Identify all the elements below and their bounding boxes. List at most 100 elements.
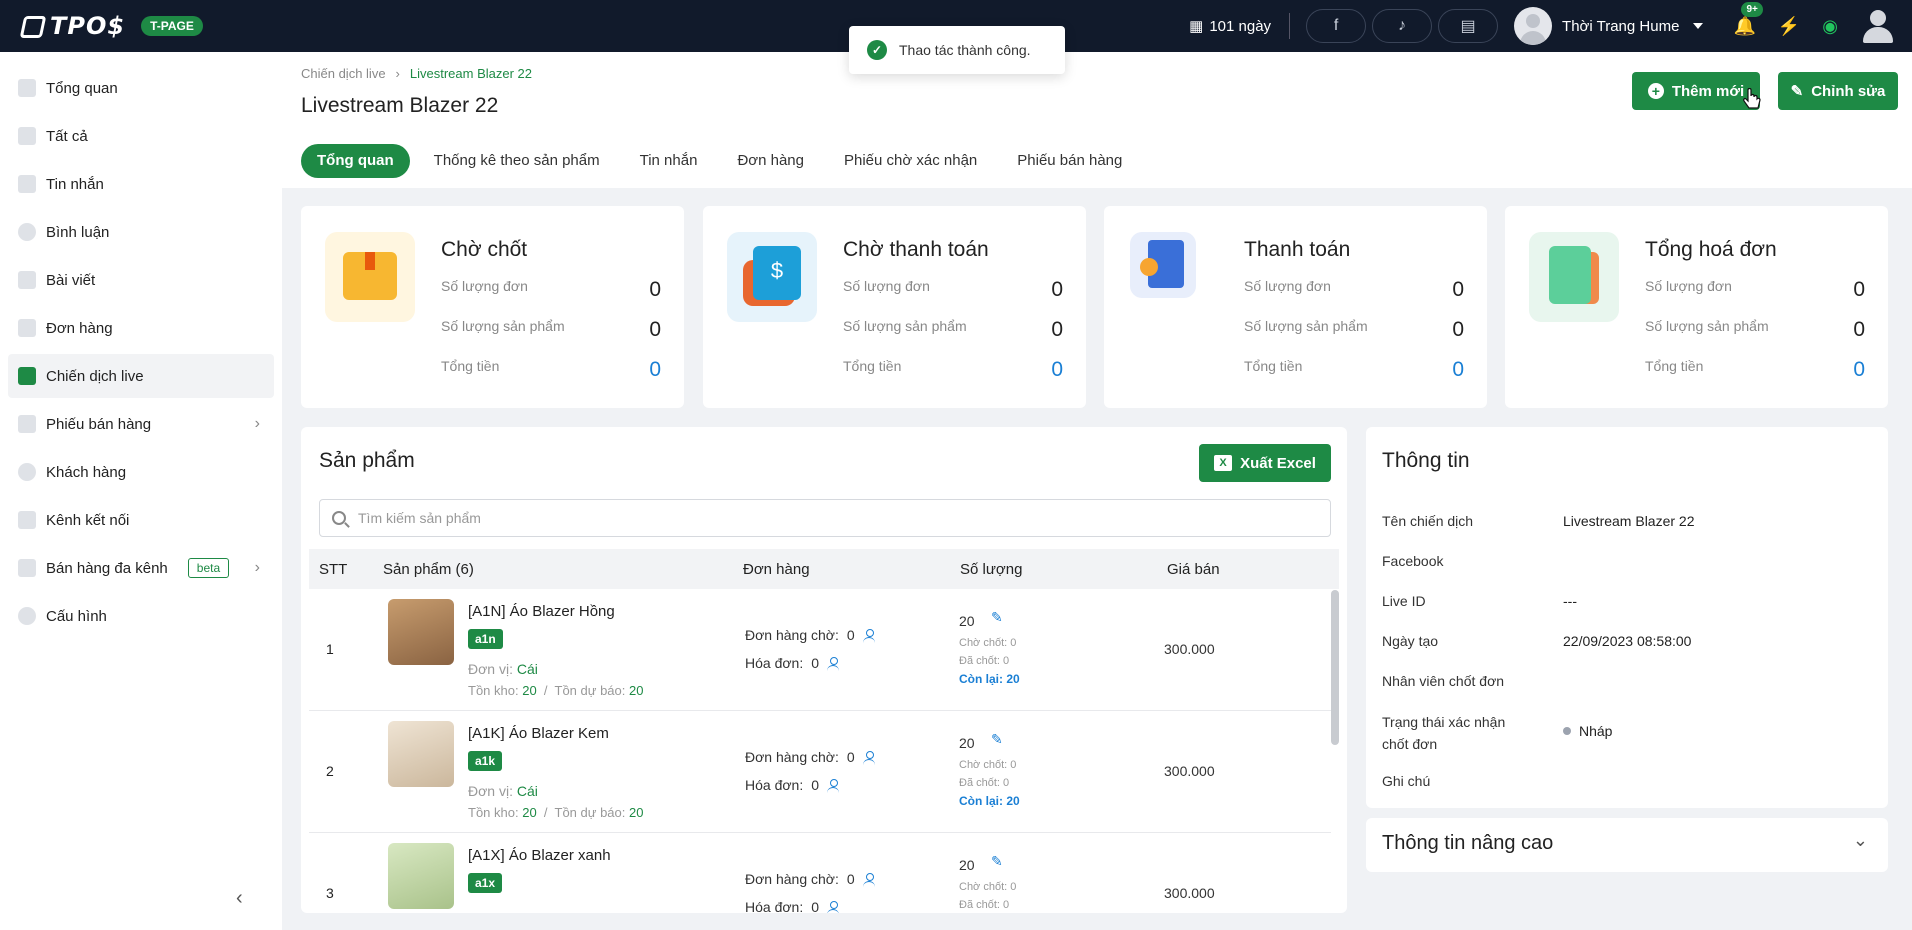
plus-icon: +: [1647, 83, 1664, 99]
table-header: STT Sản phẩm (6) Đơn hàng Số lượng Giá b…: [309, 549, 1339, 589]
person-icon[interactable]: [827, 901, 840, 913]
card-total-invoices: Tổng hoá đơn Số lượng đơn 0 Số lượng sản …: [1505, 206, 1888, 408]
facebook-button[interactable]: f: [1306, 9, 1367, 43]
inbox-icon: [18, 127, 36, 145]
row-value: 0: [1051, 358, 1063, 381]
export-excel-button[interactable]: X Xuất Excel: [1199, 444, 1331, 482]
stock-value: 20: [522, 805, 537, 820]
invoice-value: 0: [811, 899, 820, 913]
row-index: 2: [326, 763, 334, 779]
forecast-value: 20: [629, 683, 644, 698]
product-name[interactable]: [A1K] Áo Blazer Kem: [468, 725, 609, 742]
product-tag: a1k: [468, 751, 503, 771]
row-label: Số lượng đơn: [1244, 278, 1331, 294]
row-index: 3: [326, 885, 334, 901]
sidebar-item-channels[interactable]: Kênh kết nối: [8, 498, 274, 542]
logo-text: TPO$: [19, 12, 125, 40]
product-stock: Tồn kho: 20 / Tồn dự báo: 20: [468, 805, 644, 820]
user-avatar[interactable]: [1862, 8, 1894, 44]
person-icon[interactable]: [862, 629, 875, 641]
notification-button[interactable]: 🔔 9+: [1733, 1, 1763, 37]
tab-sales-slips[interactable]: Phiếu bán hàng: [1001, 144, 1138, 178]
row-value: 0: [649, 318, 661, 341]
sidebar-item-overview[interactable]: Tổng quan: [8, 66, 274, 110]
product-search-input[interactable]: Tìm kiếm sản phẩm: [319, 499, 1331, 537]
sidebar-item-orders[interactable]: Đơn hàng: [8, 306, 274, 350]
product-name[interactable]: [A1N] Áo Blazer Hồng: [468, 603, 615, 620]
pencil-icon[interactable]: ✎: [991, 609, 1003, 626]
pencil-icon[interactable]: ✎: [991, 731, 1003, 748]
live-id-value: ---: [1563, 593, 1577, 609]
row-value: 0: [1452, 358, 1464, 381]
row-label: Số lượng đơn: [441, 278, 528, 294]
product-thumbnail: [388, 599, 454, 665]
wifi-icon: ◉: [1822, 15, 1838, 36]
calendar-icon: ▦: [1189, 18, 1204, 35]
edit-button[interactable]: ✎ Chỉnh sửa: [1778, 72, 1898, 110]
unit-value: Cái: [516, 783, 538, 799]
table-row[interactable]: 3 [A1X] Áo Blazer xanh a1x Đơn hàng chờ:…: [309, 833, 1331, 913]
subscription-days[interactable]: ▦ 101 ngày: [1189, 17, 1271, 36]
sidebar-item-sales-slip[interactable]: Phiếu bán hàng ›: [8, 402, 274, 446]
row-label: Số lượng đơn: [1645, 278, 1732, 294]
person-icon[interactable]: [827, 779, 840, 791]
person-icon[interactable]: [827, 657, 840, 669]
row-label: Số lượng sản phẩm: [843, 318, 967, 334]
facebook-icon: f: [1333, 17, 1339, 34]
app-logo[interactable]: TPO$ T-PAGE: [19, 12, 203, 40]
tiktok-button[interactable]: ♪: [1372, 9, 1433, 43]
card-waiting-close: Chờ chốt Số lượng đơn 0 Số lượng sản phẩm…: [301, 206, 684, 408]
invoice-value: 0: [811, 777, 820, 793]
sidebar-item-settings[interactable]: Cấu hình: [8, 594, 274, 638]
table-row[interactable]: 1 [A1N] Áo Blazer Hồng a1n Đơn vị: Cái T…: [309, 589, 1331, 711]
search-icon: [332, 511, 346, 525]
tab-overview[interactable]: Tổng quan: [301, 144, 410, 178]
pencil-icon[interactable]: ✎: [991, 853, 1003, 870]
breadcrumb-parent[interactable]: Chiến dịch live: [301, 66, 386, 81]
price: 300.000: [1164, 885, 1215, 901]
card-row: Số lượng sản phẩm 0: [1244, 318, 1464, 342]
column-header: Giá bán: [1167, 560, 1220, 578]
person-icon[interactable]: [862, 873, 875, 885]
tab-messages[interactable]: Tin nhắn: [624, 144, 714, 178]
pending-label: Đơn hàng chờ:: [745, 749, 839, 765]
quantity-value: 20: [959, 857, 975, 873]
table-row[interactable]: 2 [A1K] Áo Blazer Kem a1k Đơn vị: Cái Tồ…: [309, 711, 1331, 833]
bell-icon: 🔔: [1733, 15, 1756, 36]
sidebar-item-all[interactable]: Tất cả: [8, 114, 274, 158]
sidebar-item-customers[interactable]: Khách hàng: [8, 450, 274, 494]
breadcrumb-current: Livestream Blazer 22: [409, 66, 533, 81]
lightning-icon[interactable]: ⚡: [1778, 16, 1800, 37]
add-new-button[interactable]: + Thêm mới: [1632, 72, 1760, 110]
row-value: 0: [649, 358, 661, 381]
forecast-label: Tồn dự báo:: [554, 683, 626, 698]
card-title: Chờ thanh toán: [843, 238, 989, 261]
store-button[interactable]: ▤: [1438, 9, 1499, 43]
product-unit: Đơn vị: Cái: [468, 661, 538, 677]
sidebar-item-multichannel[interactable]: Bán hàng đa kênh beta ›: [8, 546, 274, 590]
row-index: 1: [326, 641, 334, 657]
post-icon: [18, 271, 36, 289]
tab-product-stats[interactable]: Thống kê theo sản phẩm: [418, 144, 616, 178]
table-scrollbar[interactable]: [1331, 590, 1339, 745]
advanced-info-toggle[interactable]: Thông tin nâng cao ⌄: [1366, 818, 1888, 872]
tab-orders[interactable]: Đơn hàng: [721, 144, 820, 178]
sidebar-item-live-campaign[interactable]: Chiến dịch live: [8, 354, 274, 398]
wait-close-count: Chờ chốt: 0: [959, 881, 1017, 893]
sidebar-item-messages[interactable]: Tin nhắn: [8, 162, 274, 206]
pending-orders: Đơn hàng chờ: 0: [745, 871, 875, 887]
invoices: Hóa đơn: 0: [745, 655, 840, 671]
sidebar-item-posts[interactable]: Bài viết: [8, 258, 274, 302]
forecast-value: 20: [629, 805, 644, 820]
products-panel: Sản phẩm X Xuất Excel Tìm kiếm sản phẩm …: [301, 427, 1347, 913]
product-name[interactable]: [A1X] Áo Blazer xanh: [468, 847, 611, 864]
column-header: Số lượng: [960, 560, 1023, 578]
person-icon[interactable]: [862, 751, 875, 763]
collapse-sidebar-button[interactable]: ‹: [236, 887, 243, 910]
tab-pending-confirmation[interactable]: Phiếu chờ xác nhận: [828, 144, 993, 178]
gear-icon: [18, 607, 36, 625]
card-row: Số lượng đơn 0: [441, 278, 661, 302]
sidebar-item-comments[interactable]: Bình luận: [8, 210, 274, 254]
shop-selector[interactable]: Thời Trang Hume: [1514, 7, 1704, 45]
field-label: Ghi chú: [1382, 773, 1431, 789]
